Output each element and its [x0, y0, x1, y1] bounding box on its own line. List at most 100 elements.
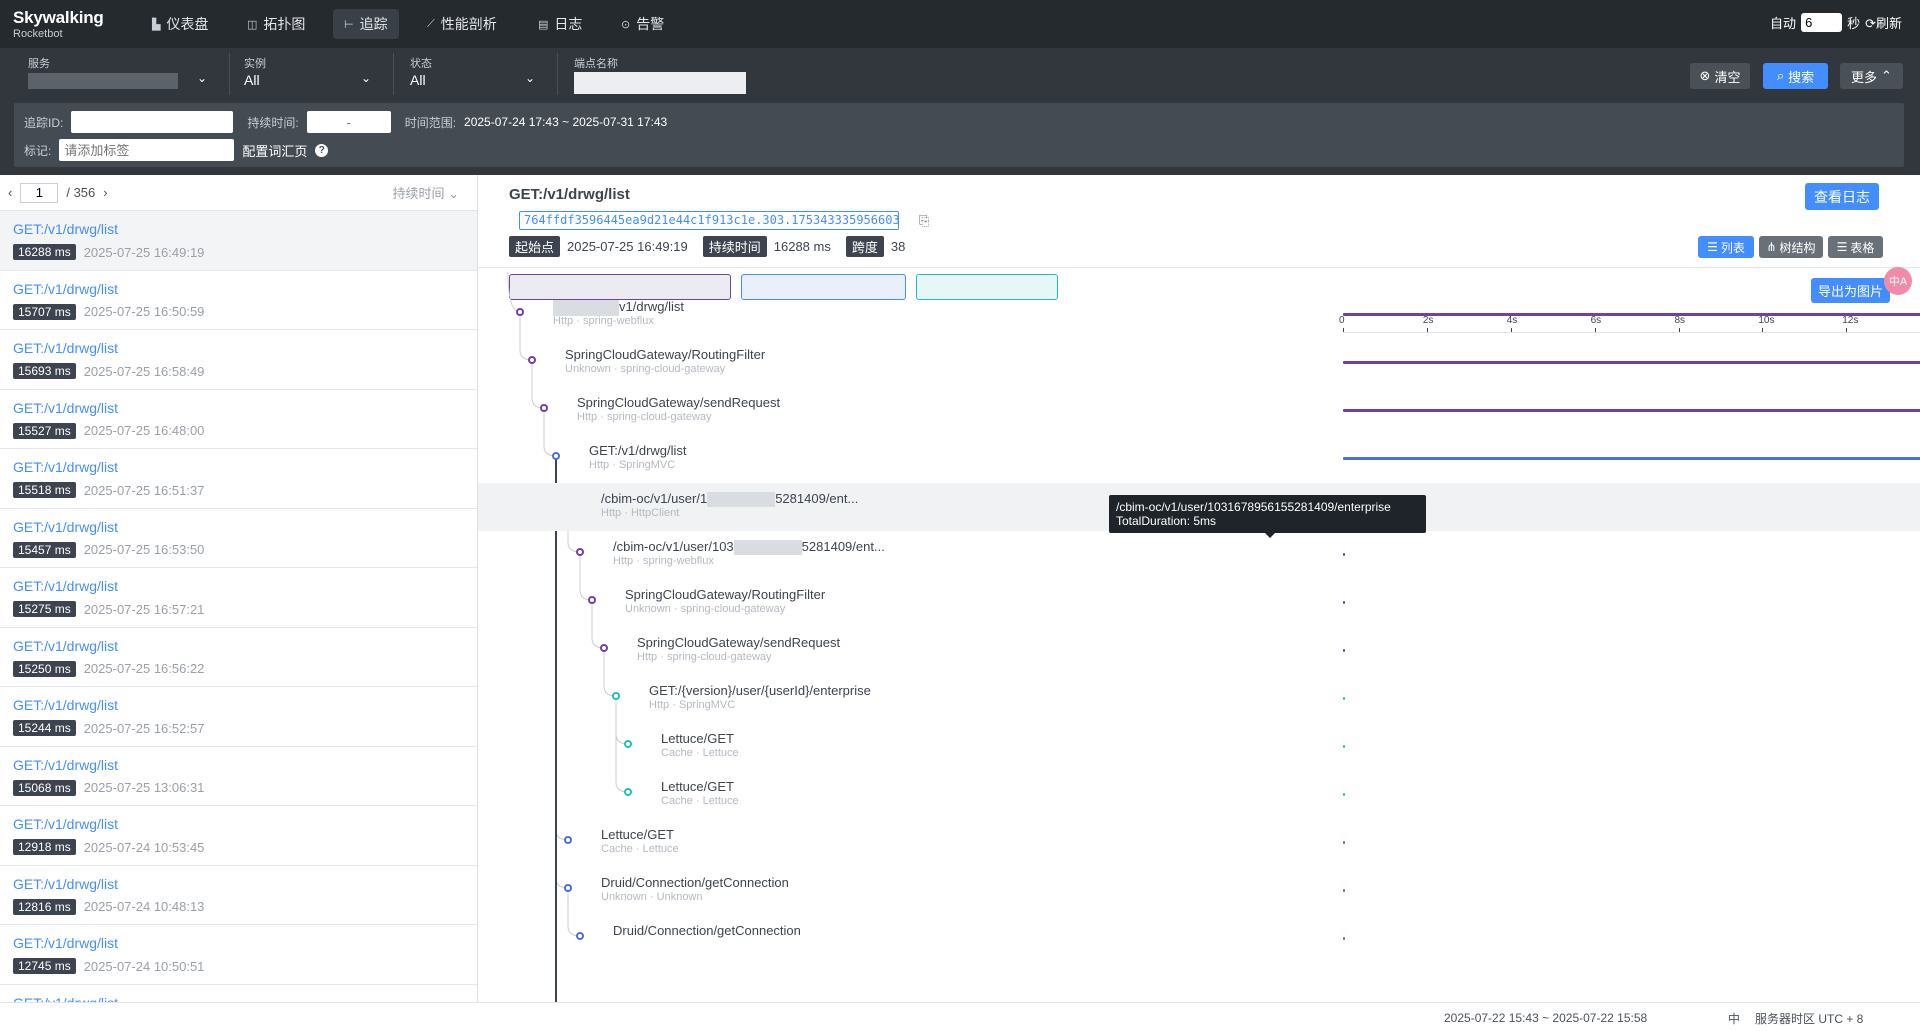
- config-vocab-link[interactable]: 配置词汇页: [242, 141, 307, 160]
- more-button[interactable]: 更多 ⌃: [1840, 63, 1903, 89]
- status-select[interactable]: 状态 All ⌄: [410, 53, 558, 95]
- sort-label: 持续时间: [392, 186, 445, 201]
- search-button[interactable]: ⌕ 搜索: [1763, 63, 1828, 89]
- trace-list-item[interactable]: GET:/v1/drwg/list 15244 ms 2025-07-25 16…: [0, 687, 477, 747]
- trace-meta: 起始点 2025-07-25 16:49:19 持续时间 16288 ms 跨度…: [509, 236, 905, 257]
- view-tree-button[interactable]: ⋔ 树结构: [1759, 236, 1823, 258]
- nav-trace[interactable]: ⊢ 追踪: [333, 9, 399, 39]
- trace-name: GET:/v1/drwg/list: [13, 697, 119, 713]
- service-select[interactable]: 服务 ⌄: [28, 53, 230, 95]
- trace-list-item[interactable]: GET:/v1/drwg/list 15527 ms 2025-07-25 16…: [0, 390, 477, 449]
- span-bar[interactable]: [1343, 649, 1345, 652]
- language-toggle[interactable]: 中: [1728, 1010, 1740, 1027]
- sort-select[interactable]: 持续时间 ⌄: [392, 183, 459, 202]
- chevron-down-icon: ⌄: [448, 186, 459, 201]
- trace-list-item[interactable]: GET:/v1/drwg/list 16288 ms 2025-07-25 16…: [0, 211, 477, 271]
- nav-dashboard[interactable]: ▙ 仪表盘: [141, 9, 219, 39]
- traceid-label: 追踪ID:: [24, 115, 64, 130]
- view-log-button[interactable]: 查看日志: [1805, 183, 1879, 210]
- span-bar[interactable]: [1343, 793, 1345, 796]
- span-bar[interactable]: [1343, 937, 1345, 940]
- trace-list-item[interactable]: GET:/v1/drwg/list: [0, 985, 477, 1003]
- trace-list-item[interactable]: GET:/v1/drwg/list 15457 ms 2025-07-25 16…: [0, 509, 477, 568]
- span-bar[interactable]: [1343, 601, 1345, 604]
- chevron-down-icon: ⌄: [524, 71, 535, 85]
- span-row[interactable]: Lettuce/GET Cache · Lettuce: [478, 723, 1920, 771]
- trace-list-item[interactable]: GET:/v1/drwg/list 15693 ms 2025-07-25 16…: [0, 330, 477, 390]
- duration-badge: 15518 ms: [13, 482, 76, 498]
- trace-list-item[interactable]: GET:/v1/drwg/list 12816 ms 2025-07-24 10…: [0, 866, 477, 925]
- traceid-input[interactable]: [71, 111, 234, 133]
- span-name: SpringCloudGateway/sendRequest: [637, 635, 840, 650]
- span-bar[interactable]: [1343, 409, 1920, 412]
- span-row[interactable]: /cbim-oc/v1/user/103 5281409/ent... Http …: [478, 531, 1920, 579]
- trace-list-item[interactable]: GET:/v1/drwg/list 15707 ms 2025-07-25 16…: [0, 271, 477, 330]
- span-row[interactable]: GET:/{version}/user/{userId}/enterprise …: [478, 675, 1920, 723]
- span-bar[interactable]: [1343, 889, 1345, 892]
- span-name: /cbim-oc/v1/user/1 5281409/ent...: [601, 491, 858, 508]
- auto-label[interactable]: 自动: [1770, 13, 1796, 32]
- view-table-label: 表格: [1850, 240, 1875, 255]
- span-subtitle: Http · spring-cloud-gateway: [577, 411, 712, 423]
- endpoint-value: [574, 72, 754, 94]
- instance-label: 实例: [244, 58, 266, 70]
- timerange-value[interactable]: 2025-07-24 17:43 ~ 2025-07-31 17:43: [464, 115, 667, 129]
- view-list-button[interactable]: ☰ 列表: [1698, 236, 1754, 258]
- endpoint-select[interactable]: 端点名称: [574, 53, 754, 95]
- span-name-text: GET:/v1/drwg/list: [589, 443, 687, 458]
- span-row[interactable]: Lettuce/GET Cache · Lettuce: [478, 771, 1920, 819]
- span-bar[interactable]: [1343, 697, 1345, 700]
- trace-list-item[interactable]: GET:/v1/drwg/list 12745 ms 2025-07-24 10…: [0, 925, 477, 985]
- chevron-up-icon: ⌃: [1881, 68, 1892, 83]
- span-bar[interactable]: [1343, 553, 1345, 556]
- footer: 2025-07-22 15:43 ~ 2025-07-22 15:58 中 服务…: [0, 1002, 1920, 1031]
- span-row[interactable]: Druid/Connection/getConnection: [478, 915, 1920, 963]
- nav-log[interactable]: ▤ 日志: [527, 9, 593, 39]
- trace-list-item[interactable]: GET:/v1/drwg/list 15518 ms 2025-07-25 16…: [0, 449, 477, 509]
- trace-list: GET:/v1/drwg/list 16288 ms 2025-07-25 16…: [0, 211, 477, 1002]
- divider: [478, 267, 1920, 268]
- span-row[interactable]: SpringCloudGateway/RoutingFilter Unknown…: [478, 579, 1920, 627]
- span-row[interactable]: SpringCloudGateway/sendRequest Http · sp…: [478, 627, 1920, 675]
- trace-meta: 15693 ms 2025-07-25 16:58:49: [13, 363, 464, 379]
- span-subtitle: Unknown · Unknown: [601, 891, 703, 903]
- page-total: / 356: [66, 185, 96, 200]
- clear-button[interactable]: ⊗ 清空: [1690, 63, 1750, 89]
- tags-input[interactable]: [59, 139, 235, 161]
- span-row[interactable]: Lettuce/GET Cache · Lettuce: [478, 819, 1920, 867]
- span-row[interactable]: Druid/Connection/getConnection Unknown ·…: [478, 867, 1920, 915]
- auto-interval-input[interactable]: [1801, 13, 1843, 32]
- nav-alarm[interactable]: ⊙ 告警: [610, 9, 675, 39]
- span-bar[interactable]: [1343, 745, 1345, 748]
- span-bar[interactable]: [1343, 313, 1920, 316]
- nav-profile[interactable]: ⟋ 性能剖析: [416, 9, 508, 39]
- trace-id-value: 764ffdf3596445ea9d21e44c1f913c1e.303.175…: [524, 213, 899, 227]
- nav-topology[interactable]: ◫ 拓扑图: [236, 9, 316, 39]
- trace-list-item[interactable]: GET:/v1/drwg/list 15068 ms 2025-07-25 13…: [0, 747, 477, 806]
- trace-meta: 15518 ms 2025-07-25 16:51:37: [13, 482, 464, 498]
- span-bar[interactable]: [1343, 841, 1345, 844]
- span-bar[interactable]: [1343, 361, 1920, 364]
- prev-page-icon[interactable]: ‹: [8, 185, 12, 200]
- duration-badge: 15693 ms: [13, 363, 76, 379]
- app-logo[interactable]: Skywalking Rocketbot: [13, 9, 104, 41]
- span-subtitle: Http · SpringMVC: [649, 699, 736, 711]
- refresh-label: 刷新: [1875, 16, 1902, 31]
- trace-list-item[interactable]: GET:/v1/drwg/list 12918 ms 2025-07-24 10…: [0, 806, 477, 866]
- instance-select[interactable]: 实例 All ⌄: [244, 53, 394, 95]
- trace-id-select[interactable]: 764ffdf3596445ea9d21e44c1f913c1e.303.175…: [519, 211, 899, 230]
- copy-icon[interactable]: ⎘: [919, 213, 929, 229]
- nav-label: 日志: [554, 16, 583, 32]
- view-table-button[interactable]: ☰ 表格: [1828, 236, 1883, 258]
- next-page-icon[interactable]: ›: [103, 185, 107, 200]
- close-circle-icon: ⊗: [1699, 68, 1711, 83]
- trace-list-item[interactable]: GET:/v1/drwg/list 15275 ms 2025-07-25 16…: [0, 568, 477, 628]
- duration-input[interactable]: [306, 111, 391, 133]
- help-icon[interactable]: ?: [315, 143, 329, 157]
- span-name-text: GET:/{version}/user/{userId}/enterprise: [649, 683, 871, 698]
- translate-badge[interactable]: 中A: [1884, 267, 1912, 295]
- trace-list-item[interactable]: GET:/v1/drwg/list 15250 ms 2025-07-25 16…: [0, 628, 477, 687]
- refresh-button[interactable]: ⟳刷新: [1865, 13, 1902, 32]
- page-input[interactable]: [20, 182, 59, 203]
- span-bar[interactable]: [1343, 457, 1920, 460]
